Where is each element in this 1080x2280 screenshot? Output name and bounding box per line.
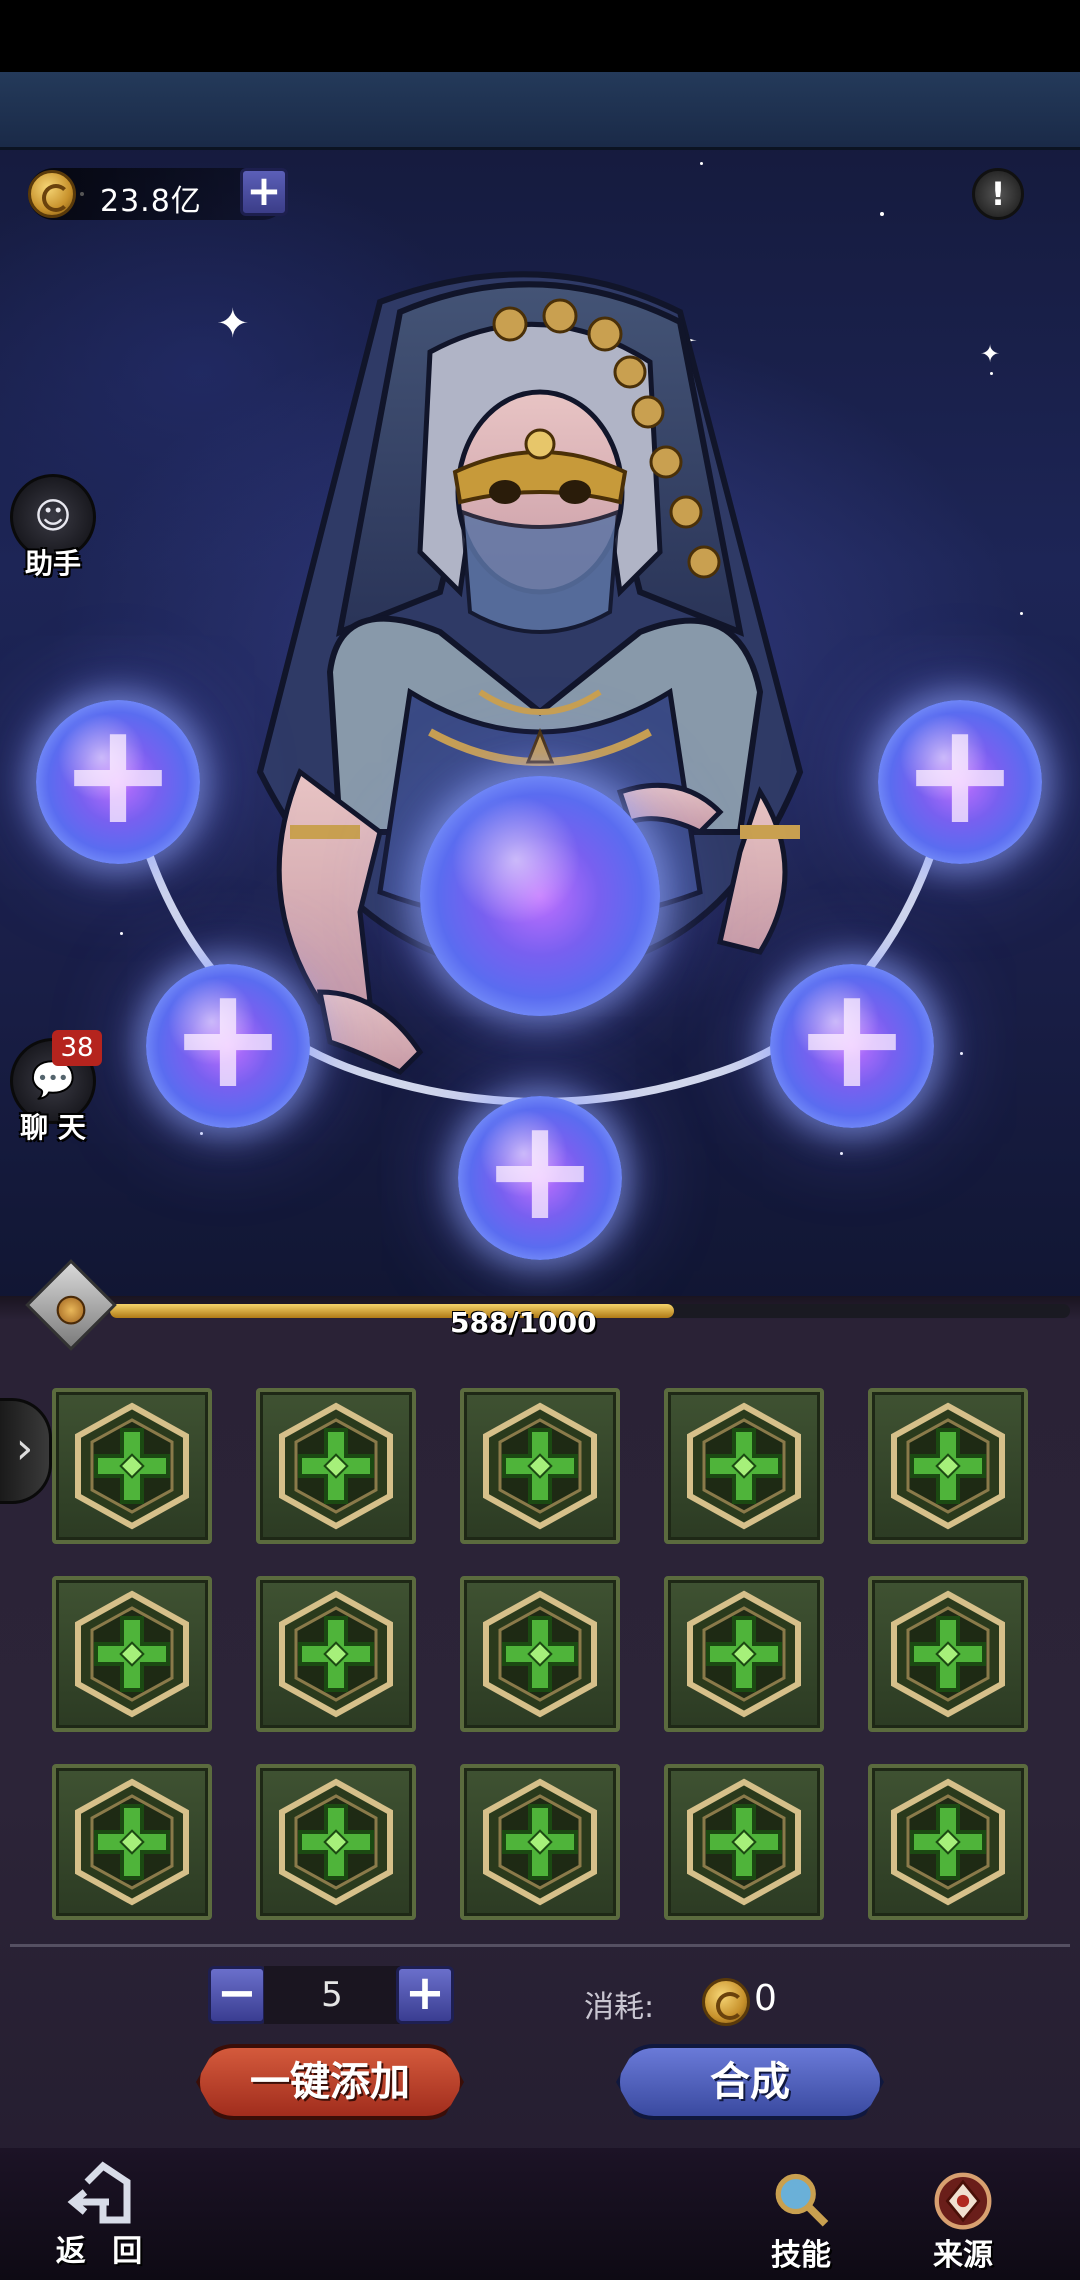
plus-icon: + <box>59 693 177 856</box>
green-cross-rune-icon <box>75 1590 189 1718</box>
gold-coin-icon <box>702 1978 750 2026</box>
plus-icon: + <box>793 957 911 1120</box>
orb-slot-1[interactable]: + <box>36 700 200 864</box>
assistant-label: 助手 <box>24 547 81 580</box>
green-cross-rune-icon <box>483 1402 597 1530</box>
chat-label: 聊 天 <box>20 1111 86 1144</box>
info-button[interactable]: ! <box>972 168 1024 220</box>
green-cross-rune-icon <box>483 1778 597 1906</box>
inventory-slot-7[interactable] <box>256 1576 416 1732</box>
inventory-slot-14[interactable] <box>664 1764 824 1920</box>
inventory-slot-8[interactable] <box>460 1576 620 1732</box>
inventory-slot-1[interactable] <box>52 1388 212 1544</box>
orb-slot-5[interactable]: + <box>878 700 1042 864</box>
green-cross-rune-icon <box>279 1778 393 1906</box>
gold-coin-icon <box>28 170 76 218</box>
quantity-value[interactable]: 5 <box>264 1966 400 2024</box>
cost-label: 消耗: <box>584 1990 655 2025</box>
inventory-slot-2[interactable] <box>256 1388 416 1544</box>
quantity-increase-button[interactable]: + <box>396 1966 454 2024</box>
back-label: 返 回 <box>55 2234 151 2269</box>
green-cross-rune-icon <box>687 1778 801 1906</box>
inventory-slot-6[interactable] <box>52 1576 212 1732</box>
add-all-button[interactable]: 一键添加 <box>196 2044 464 2120</box>
inventory-slot-3[interactable] <box>460 1388 620 1544</box>
combine-button[interactable]: 合成 <box>616 2044 884 2120</box>
green-cross-rune-icon <box>279 1590 393 1718</box>
skills-label: 技能 <box>771 2238 831 2273</box>
green-cross-rune-icon <box>75 1778 189 1906</box>
orb-slot-4[interactable]: + <box>770 964 934 1128</box>
divider <box>10 1944 1070 1947</box>
quantity-decrease-button[interactable]: − <box>208 1966 266 2024</box>
inventory-slot-12[interactable] <box>256 1764 416 1920</box>
progress-emblem-icon <box>25 1259 117 1351</box>
plus-icon: + <box>901 693 1019 856</box>
green-cross-rune-icon <box>891 1778 1005 1906</box>
green-cross-rune-icon <box>75 1402 189 1530</box>
back-arrow-icon <box>67 2161 131 2224</box>
magnifier-icon <box>775 2173 829 2227</box>
orb-slot-2[interactable]: + <box>146 964 310 1128</box>
green-cross-rune-icon <box>891 1402 1005 1530</box>
source-emblem-icon <box>934 2172 992 2230</box>
green-cross-rune-icon <box>687 1402 801 1530</box>
inventory-slot-13[interactable] <box>460 1764 620 1920</box>
status-bar <box>0 0 1080 72</box>
crystal-ball <box>420 776 660 1016</box>
source-button[interactable]: 来源 <box>918 2166 1008 2274</box>
inventory-slot-15[interactable] <box>868 1764 1028 1920</box>
progress-text: 588/1000 <box>450 1306 597 1339</box>
skills-button[interactable]: 技能 <box>756 2166 846 2274</box>
chat-unread-badge: 38 <box>52 1030 102 1066</box>
back-button[interactable]: 返 回 <box>48 2152 158 2270</box>
green-cross-rune-icon <box>279 1402 393 1530</box>
inventory-slot-5[interactable] <box>868 1388 1028 1544</box>
green-cross-rune-icon <box>483 1590 597 1718</box>
inventory-slot-11[interactable] <box>52 1764 212 1920</box>
plus-icon: + <box>481 1089 599 1252</box>
plus-icon: + <box>169 957 287 1120</box>
inventory-slot-9[interactable] <box>664 1576 824 1732</box>
cost-value: 0 <box>754 1978 777 2019</box>
inventory-slot-10[interactable] <box>868 1576 1028 1732</box>
add-currency-button[interactable]: + <box>240 168 288 216</box>
inventory-slot-4[interactable] <box>664 1388 824 1544</box>
green-cross-rune-icon <box>891 1590 1005 1718</box>
source-label: 来源 <box>933 2238 993 2273</box>
chat-button[interactable]: 💬 38 聊 天 <box>8 1030 102 1144</box>
orb-slot-3[interactable]: + <box>458 1096 622 1260</box>
green-cross-rune-icon <box>687 1590 801 1718</box>
assistant-button[interactable]: ☺ 助手 <box>8 474 98 580</box>
currency-amount: 23.8亿 <box>100 184 202 219</box>
